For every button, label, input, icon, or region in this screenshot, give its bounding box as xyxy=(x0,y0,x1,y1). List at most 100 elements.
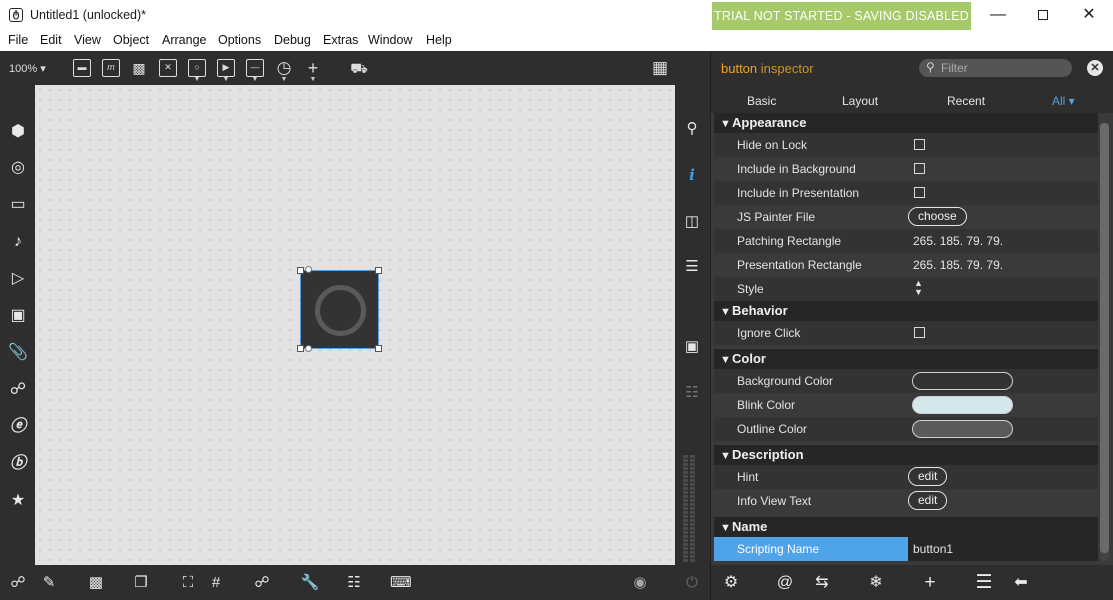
add-object-icon[interactable]: + xyxy=(304,59,322,77)
transport-icon[interactable]: ▷ xyxy=(8,269,28,289)
menu-debug[interactable]: Debug xyxy=(274,33,311,47)
slider-object-icon[interactable]: — xyxy=(246,59,264,77)
hint-edit-button[interactable]: edit xyxy=(908,467,948,486)
book-icon[interactable]: ◫ xyxy=(682,212,702,232)
target-icon[interactable]: ◎ xyxy=(8,158,28,178)
camera-icon[interactable]: ▣ xyxy=(682,337,702,357)
dial-object-icon[interactable]: ◷ xyxy=(275,59,293,77)
gear-icon[interactable]: ⚙ xyxy=(721,573,741,593)
presentation-icon[interactable]: ▩ xyxy=(86,573,106,593)
category-appearance[interactable]: ▼Appearance xyxy=(714,113,1098,133)
search-icon[interactable]: ⚲ xyxy=(682,119,702,139)
package-icon[interactable]: ⬢ xyxy=(8,122,28,142)
piano-icon[interactable]: ☷ xyxy=(344,573,364,593)
scripting-name-value[interactable]: button1 xyxy=(913,542,953,556)
grid-view-icon[interactable]: ▦ xyxy=(651,59,669,77)
resize-handle-bottom-left[interactable] xyxy=(297,345,304,352)
category-name[interactable]: ▼Name xyxy=(714,517,1098,537)
chevron-down-icon[interactable]: ▼ xyxy=(309,76,317,83)
power-icon[interactable]: ⏻ xyxy=(682,573,702,593)
tab-layout[interactable]: Layout xyxy=(842,94,878,108)
swap-icon[interactable]: ⇆ xyxy=(812,573,832,593)
close-window-button[interactable]: ✕ xyxy=(1066,0,1112,31)
at-sign-icon[interactable]: @ xyxy=(775,573,795,593)
plug-icon[interactable]: ☍ xyxy=(8,380,28,400)
resize-handle-top-right[interactable] xyxy=(375,267,382,274)
music-note-icon[interactable]: ♪ xyxy=(8,232,28,252)
patching-rectangle-value[interactable]: 265. 185. 79. 79. xyxy=(913,234,1003,248)
align-icon[interactable]: ⛶ xyxy=(178,573,198,593)
style-stepper[interactable]: ▲ ▼ xyxy=(914,279,923,297)
maximize-button[interactable] xyxy=(1020,0,1066,31)
star-icon[interactable]: ★ xyxy=(8,491,28,511)
chevron-down-icon[interactable]: ▼ xyxy=(193,76,201,83)
vimeo-icon[interactable]: ⓔ xyxy=(8,417,28,437)
category-behavior[interactable]: ▼Behavior xyxy=(714,301,1098,321)
image-icon[interactable]: ▣ xyxy=(8,306,28,326)
include-in-presentation-checkbox[interactable] xyxy=(914,187,925,198)
blink-color-swatch[interactable] xyxy=(912,396,1013,414)
info-view-edit-button[interactable]: edit xyxy=(908,491,948,510)
grid-icon[interactable]: # xyxy=(206,573,226,593)
outlet-handle[interactable] xyxy=(305,345,312,352)
new-object-icon[interactable]: ▬ xyxy=(73,59,91,77)
ignore-click-checkbox[interactable] xyxy=(914,327,925,338)
menu-help[interactable]: Help xyxy=(426,33,452,47)
inlet-handle[interactable] xyxy=(305,266,312,273)
close-icon[interactable]: ✕ xyxy=(1087,60,1103,76)
zoom-dropdown[interactable]: 100% ▾ xyxy=(9,62,46,75)
wrench-icon[interactable]: 🔧 xyxy=(300,573,320,593)
keyboard-icon[interactable]: ⌨ xyxy=(390,573,412,593)
menu-icon[interactable]: ☰ xyxy=(974,573,994,593)
button-object[interactable] xyxy=(300,270,379,349)
chevron-down-icon[interactable]: ▼ xyxy=(222,76,230,83)
minimize-button[interactable]: — xyxy=(975,0,1021,31)
info-icon[interactable]: i xyxy=(682,165,702,185)
mixer-icon[interactable]: ☷ xyxy=(682,383,702,403)
list-icon[interactable]: ☰ xyxy=(682,257,702,277)
inspector-scrollbar[interactable] xyxy=(1100,123,1109,561)
trial-banner[interactable]: TRIAL NOT STARTED - SAVING DISABLED xyxy=(712,2,971,30)
lock-icon[interactable]: ☍ xyxy=(8,573,28,593)
menu-options[interactable]: Options xyxy=(218,33,261,47)
menu-file[interactable]: File xyxy=(8,33,28,47)
filter-field[interactable]: ⚲ xyxy=(919,59,1072,77)
new-message-icon[interactable]: m xyxy=(102,59,120,77)
menu-view[interactable]: View xyxy=(74,33,101,47)
bang-object-icon[interactable]: ○ xyxy=(188,59,206,77)
tab-recent[interactable]: Recent xyxy=(947,94,985,108)
audio-play-icon[interactable]: ◉ xyxy=(630,573,650,593)
add-icon[interactable]: + xyxy=(920,573,940,593)
resize-handle-bottom-right[interactable] xyxy=(375,345,382,352)
filter-input[interactable] xyxy=(941,60,1066,76)
menu-window[interactable]: Window xyxy=(368,33,412,47)
tab-all[interactable]: All ▾ xyxy=(1052,94,1075,108)
choose-button[interactable]: choose xyxy=(908,207,967,226)
menu-object[interactable]: Object xyxy=(113,33,149,47)
resize-handle-top-left[interactable] xyxy=(297,267,304,274)
tab-basic[interactable]: Basic xyxy=(747,94,776,108)
category-description[interactable]: ▼Description xyxy=(714,445,1098,465)
include-in-background-checkbox[interactable] xyxy=(914,163,925,174)
menu-extras[interactable]: Extras xyxy=(323,33,358,47)
new-patch-cord-icon[interactable]: ☍ xyxy=(252,573,272,593)
category-color[interactable]: ▼Color xyxy=(714,349,1098,369)
edit-mode-icon[interactable]: ✎ xyxy=(39,573,59,593)
presentation-rectangle-value[interactable]: 265. 185. 79. 79. xyxy=(913,258,1003,272)
play-object-icon[interactable]: ▶ xyxy=(217,59,235,77)
background-color-swatch[interactable] xyxy=(912,372,1013,390)
windows-icon[interactable]: ❐ xyxy=(131,573,151,593)
scrollbar-thumb[interactable] xyxy=(1100,123,1109,553)
paperclip-icon[interactable]: 📎 xyxy=(8,343,28,363)
arrow-left-icon[interactable]: ⬅ xyxy=(1011,573,1031,593)
paint-bucket-icon[interactable]: ⛟ xyxy=(350,59,368,77)
snowflake-icon[interactable]: ❄ xyxy=(866,573,886,593)
patcher-canvas[interactable] xyxy=(35,85,675,565)
hide-on-lock-checkbox[interactable] xyxy=(914,139,925,150)
outline-color-swatch[interactable] xyxy=(912,420,1013,438)
menu-arrange[interactable]: Arrange xyxy=(162,33,206,47)
button-object-icon[interactable]: ✕ xyxy=(159,59,177,77)
comment-icon[interactable]: ▩ xyxy=(130,59,148,77)
menu-edit[interactable]: Edit xyxy=(40,33,62,47)
bpatcher-icon[interactable]: ⓑ xyxy=(8,454,28,474)
